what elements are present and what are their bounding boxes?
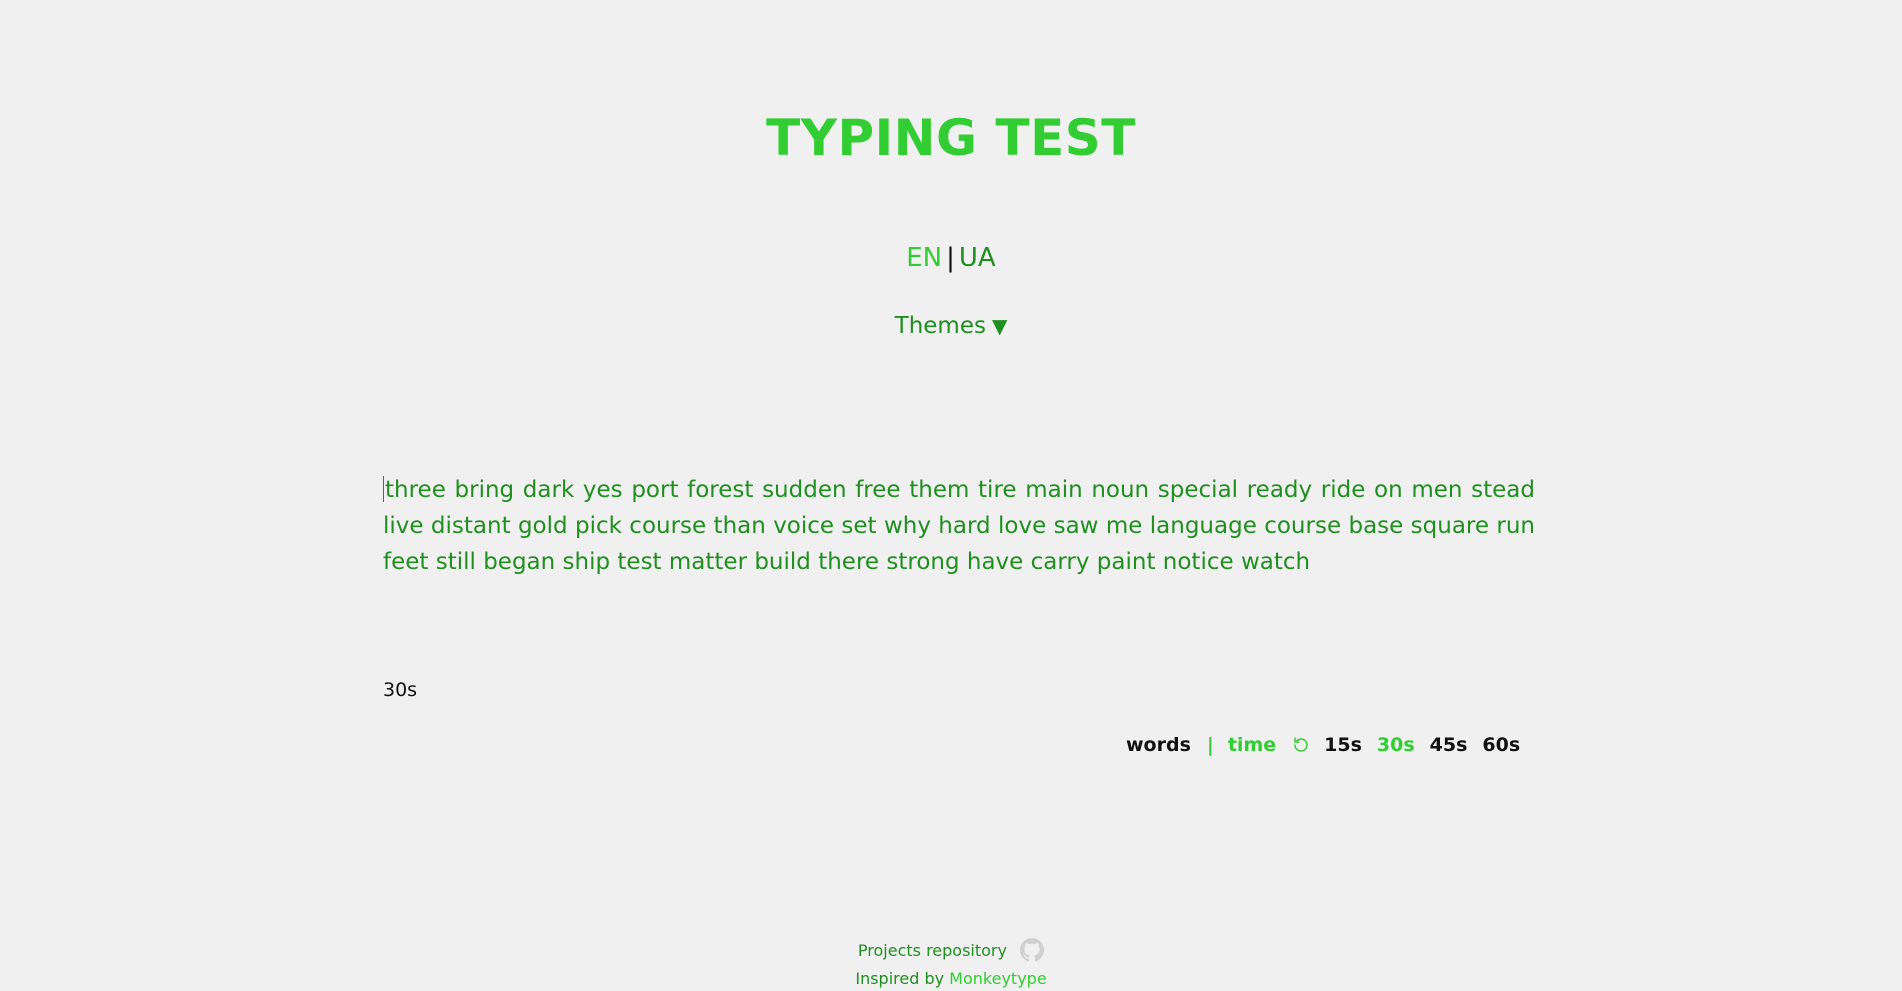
timer-display: 30s <box>383 679 418 701</box>
language-option-en[interactable]: EN <box>906 243 942 273</box>
mode-time-button[interactable]: time <box>1228 734 1276 756</box>
repository-link[interactable]: Projects repository <box>858 941 1007 960</box>
github-icon[interactable] <box>1020 938 1045 962</box>
duration-45s-button[interactable]: 45s <box>1430 734 1468 756</box>
language-separator: | <box>946 243 955 273</box>
restart-icon[interactable] <box>1290 734 1312 756</box>
mode-words-button[interactable]: words <box>1126 734 1191 756</box>
words-text: three bring dark yes port forest sudden … <box>383 477 1535 575</box>
themes-label: Themes <box>894 313 986 339</box>
page-title: TYPING TEST <box>766 109 1136 167</box>
test-config-bar: words | time 15s 30s 45s 60s <box>1126 732 1520 758</box>
inspired-prefix: Inspired by <box>855 969 945 988</box>
duration-15s-button[interactable]: 15s <box>1324 734 1362 756</box>
themes-dropdown[interactable]: Themes ▼ <box>0 312 1902 340</box>
monkeytype-link[interactable]: Monkeytype <box>949 969 1046 988</box>
words-area[interactable]: three bring dark yes port forest sudden … <box>383 472 1535 580</box>
language-switcher: EN | UA <box>0 242 1902 274</box>
text-cursor <box>383 476 384 502</box>
footer-inspired: Inspired by Monkeytype <box>0 968 1902 990</box>
duration-30s-button[interactable]: 30s <box>1377 734 1415 756</box>
mode-separator: | <box>1206 734 1214 756</box>
footer-repository: Projects repository <box>0 938 1902 962</box>
page: TYPING TEST EN | UA Themes ▼ three bring da… <box>0 0 1902 991</box>
duration-60s-button[interactable]: 60s <box>1482 734 1520 756</box>
language-option-ua[interactable]: UA <box>959 243 996 273</box>
chevron-down-icon: ▼ <box>991 314 1008 338</box>
